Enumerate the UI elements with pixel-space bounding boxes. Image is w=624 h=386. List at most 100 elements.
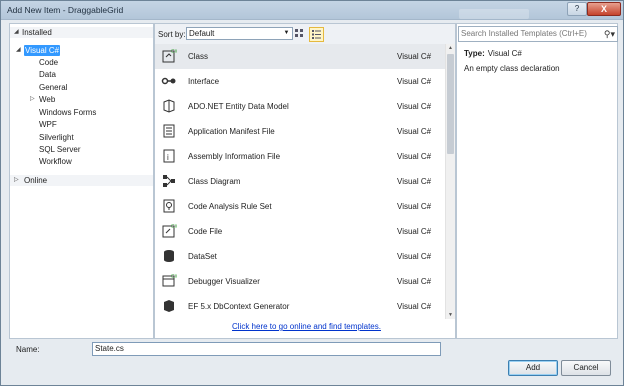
tree-item-label: Code	[39, 58, 59, 67]
svg-text:i: i	[167, 153, 169, 162]
name-input[interactable]: State.cs	[92, 342, 441, 356]
sort-dropdown[interactable]: Default ▼	[186, 27, 293, 40]
template-type: Type: Visual C#	[464, 49, 522, 58]
cancel-button[interactable]: Cancel	[561, 360, 611, 376]
template-list-scrollbar[interactable]: ▲ ▼	[445, 44, 455, 319]
type-value: Visual C#	[487, 49, 522, 58]
template-name: Debugger Visualizer	[188, 277, 260, 286]
template-name: Assembly Information File	[188, 152, 281, 161]
tree-installed-label: Installed	[22, 28, 52, 37]
template-name: Code File	[188, 227, 223, 236]
medium-icons-view-button[interactable]	[293, 27, 306, 40]
dataset-icon	[164, 250, 174, 262]
list-view-button[interactable]	[309, 27, 324, 42]
rule-set-icon	[163, 199, 175, 213]
template-language: Visual C#	[397, 102, 432, 111]
class-icon: C#	[162, 49, 177, 63]
template-item-application-manifest-file[interactable]: Application Manifest File Visual C#	[155, 119, 445, 144]
svg-text:C#: C#	[171, 49, 177, 55]
tree-item-silverlight[interactable]: Silverlight	[39, 132, 74, 143]
template-tree: ◢ Installed ◢ Visual C# Code Data Genera…	[9, 23, 154, 339]
template-language: Visual C#	[397, 77, 432, 86]
class-diagram-icon	[163, 175, 175, 187]
template-language: Visual C#	[397, 227, 432, 236]
template-description: An empty class declaration	[464, 64, 560, 73]
template-name: DataSet	[188, 252, 217, 261]
scroll-down-icon[interactable]: ▼	[446, 312, 455, 318]
svg-text:C#: C#	[171, 274, 177, 280]
tree-item-label: SQL Server	[39, 145, 81, 154]
template-item-class[interactable]: C# Class Visual C#	[155, 44, 445, 69]
tree-item-code[interactable]: Code	[39, 57, 58, 68]
collapse-icon[interactable]: ◢	[14, 27, 19, 38]
help-button[interactable]: ?	[567, 2, 587, 16]
search-placeholder: Search Installed Templates (Ctrl+E)	[461, 29, 587, 38]
template-name: Code Analysis Rule Set	[188, 202, 272, 211]
tree-item-label: Web	[39, 95, 56, 104]
template-item-class-diagram[interactable]: Class Diagram Visual C#	[155, 169, 445, 194]
template-item-assembly-information-file[interactable]: i Assembly Information File Visual C#	[155, 144, 445, 169]
details-pane: Search Installed Templates (Ctrl+E) ⚲▾ T…	[456, 23, 618, 339]
tree-item-label: Workflow	[39, 157, 72, 166]
template-language: Visual C#	[397, 302, 432, 311]
tree-item-wpf[interactable]: WPF	[39, 119, 57, 130]
grid-view-icon	[295, 29, 303, 37]
template-language: Visual C#	[397, 177, 432, 186]
template-item-code-analysis-rule-set[interactable]: Code Analysis Rule Set Visual C#	[155, 194, 445, 219]
collapse-icon[interactable]: ◢	[16, 45, 21, 56]
background-tab	[459, 9, 529, 19]
assembly-info-icon: i	[163, 149, 175, 163]
template-name: ADO.NET Entity Data Model	[188, 102, 289, 111]
tree-item-general[interactable]: General	[39, 82, 67, 93]
online-templates-link[interactable]: Click here to go online and find templat…	[232, 322, 381, 331]
template-language: Visual C#	[397, 202, 432, 211]
template-name: Class Diagram	[188, 177, 241, 186]
tree-item-workflow[interactable]: Workflow	[39, 156, 72, 167]
tree-online-label: Online	[24, 176, 48, 185]
template-list-pane: Sort by: Default ▼ C# Class Visual C# In…	[154, 23, 456, 339]
debugger-visualizer-icon: C#	[162, 274, 177, 287]
expand-icon[interactable]: ▷	[14, 175, 19, 186]
template-language: Visual C#	[397, 252, 432, 261]
search-input[interactable]: Search Installed Templates (Ctrl+E) ⚲▾	[458, 26, 618, 42]
sort-label: Sort by:	[158, 30, 186, 39]
template-item-ado-net-entity-data-model[interactable]: ADO.NET Entity Data Model Visual C#	[155, 94, 445, 119]
code-file-icon: C#	[162, 224, 177, 238]
template-item-dataset[interactable]: DataSet Visual C#	[155, 244, 445, 269]
tree-installed-header[interactable]: ◢ Installed	[10, 27, 153, 38]
add-new-item-dialog: Add New Item - DraggableGrid ? X ◢ Insta…	[0, 0, 624, 386]
tree-item-label: Windows Forms	[39, 108, 97, 117]
search-icon[interactable]: ⚲▾	[604, 27, 615, 41]
template-item-code-file[interactable]: C# Code File Visual C#	[155, 219, 445, 244]
tree-item-data[interactable]: Data	[39, 69, 56, 80]
tree-item-label: WPF	[39, 120, 57, 129]
window-title: Add New Item - DraggableGrid	[7, 5, 124, 15]
scroll-up-icon[interactable]: ▲	[446, 45, 455, 51]
name-label: Name:	[16, 345, 40, 354]
close-button[interactable]: X	[587, 2, 621, 16]
expand-icon[interactable]: ▷	[30, 94, 35, 105]
list-toolbar: Sort by: Default ▼	[155, 24, 455, 45]
ef-generator-icon	[164, 300, 174, 312]
sort-value: Default	[189, 29, 215, 38]
title-bar: Add New Item - DraggableGrid ? X	[1, 1, 623, 26]
entity-model-icon	[163, 99, 175, 113]
template-language: Visual C#	[397, 52, 432, 61]
template-item-ef-dbcontext-generator[interactable]: EF 5.x DbContext Generator Visual C#	[155, 294, 445, 319]
template-name: Interface	[188, 77, 220, 86]
template-item-debugger-visualizer[interactable]: C# Debugger Visualizer Visual C#	[155, 269, 445, 294]
tree-item-sql-server[interactable]: SQL Server	[39, 144, 81, 155]
tree-item-label: General	[39, 83, 68, 92]
tree-online-header[interactable]: ▷ Online	[10, 175, 153, 186]
template-item-interface[interactable]: Interface Visual C#	[155, 69, 445, 94]
tree-item-label: Silverlight	[39, 133, 74, 142]
tree-item-visual-csharp[interactable]: ◢ Visual C#	[10, 45, 153, 56]
add-button[interactable]: Add	[508, 360, 558, 376]
list-view-icon	[312, 30, 321, 39]
tree-item-label: Visual C#	[24, 45, 61, 56]
tree-item-windows-forms[interactable]: Windows Forms	[39, 107, 96, 118]
svg-text:C#: C#	[171, 224, 177, 230]
scrollbar-thumb[interactable]	[447, 54, 454, 154]
interface-icon	[161, 77, 176, 85]
template-name: Class	[188, 52, 209, 61]
